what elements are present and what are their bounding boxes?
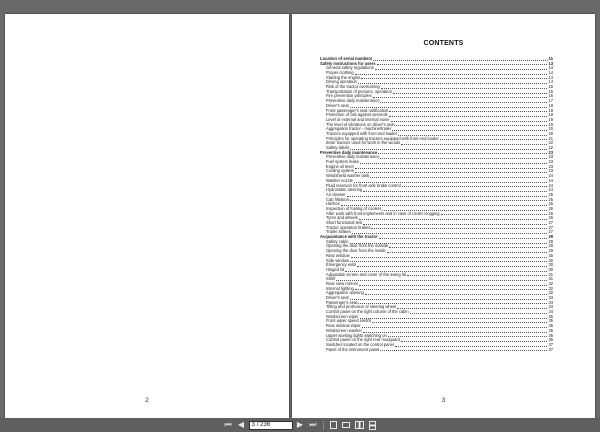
toc-leader-dots [401,186,548,188]
toc-leader-dots [359,162,548,164]
toc-leader-dots [409,312,548,314]
current-page-value[interactable]: 3 [252,421,255,430]
toc-leader-dots [361,326,548,328]
toc-leader-dots [358,219,548,221]
toc-leader-dots [380,158,548,160]
first-page-icon[interactable]: ⏮ [223,420,234,430]
toc-leader-dots [380,87,548,89]
toc-leader-dots [401,144,548,146]
table-of-contents: Location of serial numbers 11 Safety instr… [320,56,553,353]
toc-leader-dots [394,345,548,347]
toc-leader-dots [397,308,548,310]
toc-leader-dots [395,125,548,127]
toc-leader-dots [392,92,548,94]
toc-leader-dots [390,120,548,122]
page-number: 2 [145,398,149,404]
toc-leader-dots [350,256,548,258]
fit-width-icon[interactable] [341,420,352,430]
toc-entry-label: Panel of the instrument panel [326,346,380,352]
toc-leader-dots [357,83,548,85]
toc-leader-dots [354,73,548,75]
page-number: 3 [441,398,446,404]
toc-entry-page: 37 [548,346,553,352]
toc-leader-dots [350,148,548,150]
toc-entry-row[interactable]: Panel of the instrument panel 37 [320,346,553,353]
page-total: / 236 [256,421,271,428]
toc-leader-dots [374,69,548,71]
toc-leader-dots [361,78,548,80]
toc-leader-dots [359,284,548,286]
toc-leader-dots [370,176,548,178]
toc-leader-dots [351,233,548,235]
toc-leader-dots [363,190,548,192]
toc-leader-dots [440,214,548,216]
last-page-icon[interactable]: ⏭ [308,420,319,430]
continuous-icon[interactable] [367,420,378,430]
toc-leader-dots [380,350,548,352]
toc-leader-dots [386,251,548,253]
toc-leader-dots [406,275,548,277]
viewer-toolbar: ⏮ ◀ 3 / 236 ▶ ⏭ [0,418,600,432]
fit-page-icon[interactable] [328,420,339,430]
toc-leader-dots [349,261,548,263]
toc-leader-dots [378,237,548,239]
document-page-right: CONTENTS Location of serial numbers 11 Saf… [292,14,595,418]
toc-leader-dots [387,336,548,338]
toc-leader-dots [354,289,548,291]
toc-leader-dots [349,298,548,300]
toc-leader-dots [364,294,548,296]
toc-leader-dots [349,200,548,202]
next-page-icon[interactable]: ▶ [295,420,306,430]
toc-leader-dots [355,172,548,174]
toc-leader-dots [363,223,548,225]
toc-leader-dots [439,139,548,141]
toc-leader-dots [373,59,548,61]
toc-leader-dots [371,228,548,230]
prev-page-icon[interactable]: ◀ [236,420,247,430]
toc-leader-dots [336,280,548,281]
toc-leader-dots [400,340,548,342]
toc-leader-dots [380,101,548,103]
toolbar-divider [322,420,324,430]
toc-leader-dots [372,322,548,324]
toc-leader-dots [359,317,548,319]
toc-leader-dots [346,195,548,197]
toc-leader-dots [362,331,548,333]
toc-leader-dots [388,115,548,117]
toc-leader-dots [357,265,548,267]
toc-leader-dots [389,247,548,249]
toc-leader-dots [389,111,548,113]
toc-leader-dots [378,153,548,155]
toc-leader-dots [392,130,548,131]
page-number-field[interactable]: 3 / 236 [248,420,293,430]
contents-title: CONTENTS [423,40,464,47]
toc-leader-dots [376,64,548,66]
pdf-viewer: 2 CONTENTS Location of serial numbers 11 S… [0,0,600,432]
toc-leader-dots [372,97,548,99]
toc-leader-dots [354,167,548,169]
two-page-icon[interactable] [354,420,365,430]
document-page-left: 2 [5,14,289,418]
